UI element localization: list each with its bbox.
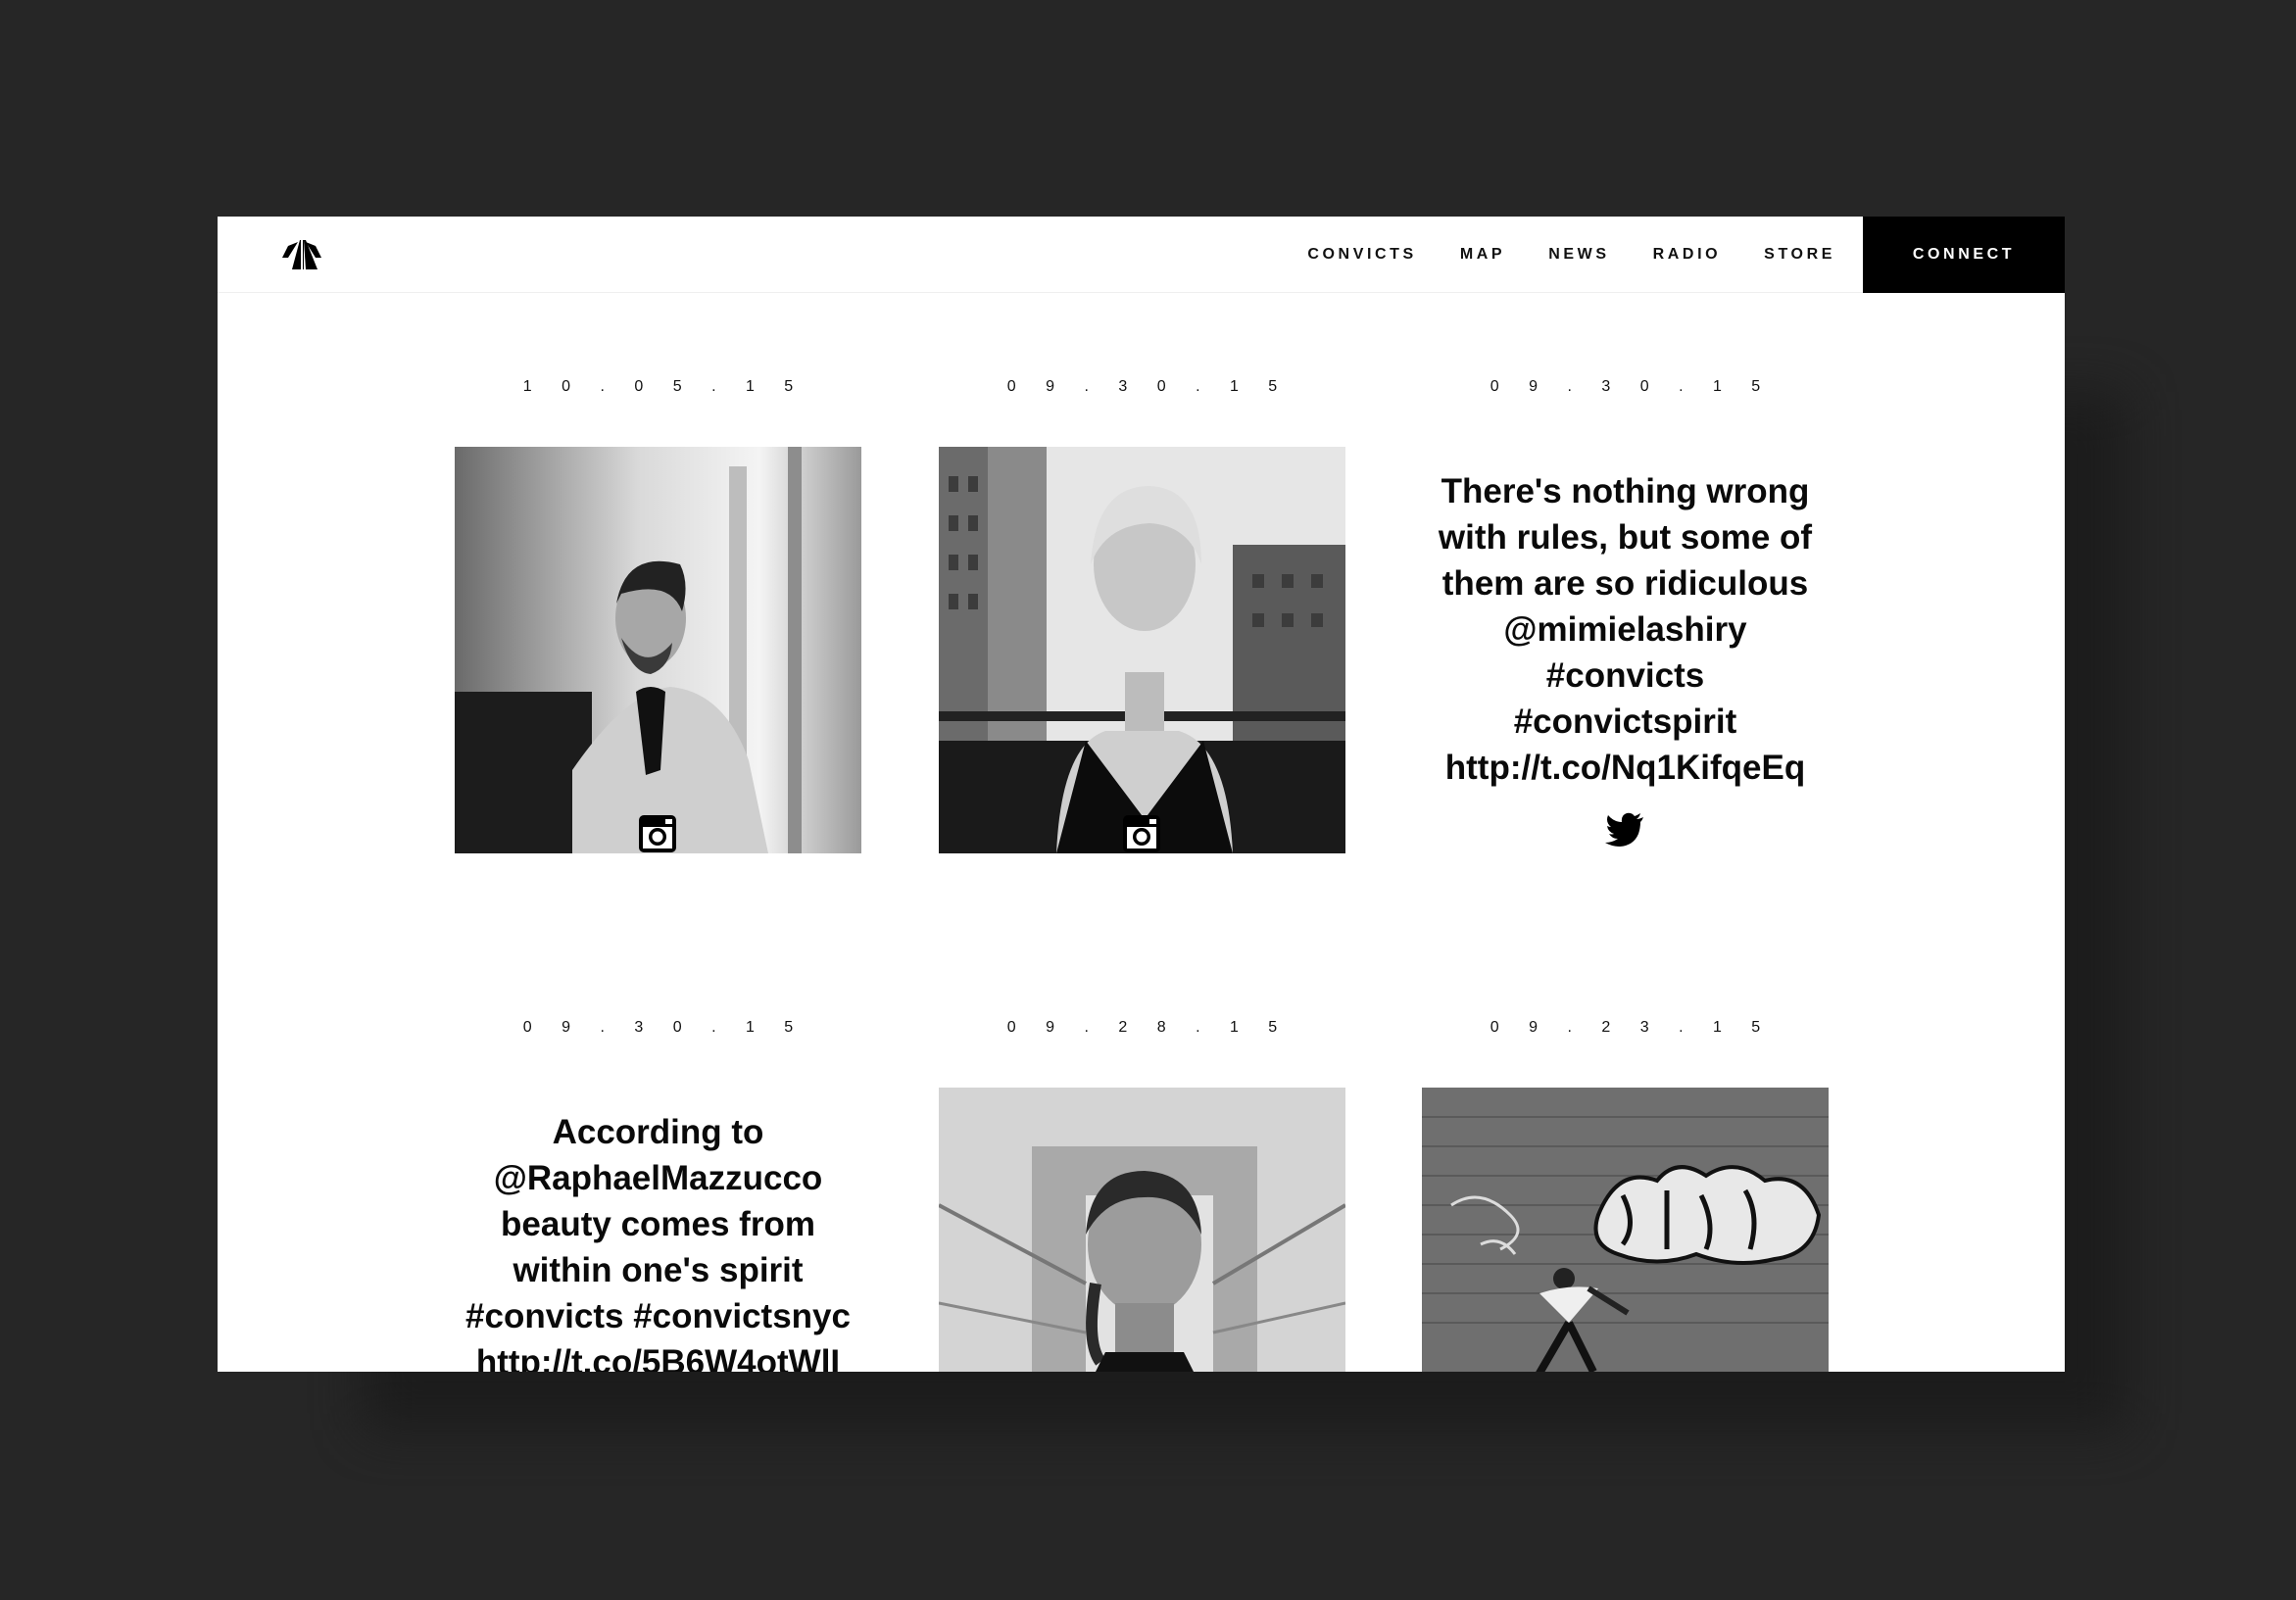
tweet-line: There's nothing wrong	[1441, 472, 1810, 510]
tweet-line: beauty comes from	[501, 1205, 815, 1243]
post-photo-man-in-suit[interactable]	[455, 447, 861, 853]
nav-convicts[interactable]: CONVICTS	[1307, 246, 1416, 264]
post-photo-woman-bridge[interactable]	[939, 1088, 1345, 1372]
tweet-line: #convictspirit	[1513, 703, 1737, 741]
tweet-text: According to @RaphaelMazzucco beauty com…	[455, 1109, 861, 1372]
nav-radio[interactable]: RADIO	[1653, 246, 1722, 264]
post-photo-woman-city[interactable]	[939, 447, 1345, 853]
nav-map[interactable]: MAP	[1460, 246, 1505, 264]
tweet-line: According to	[552, 1113, 764, 1151]
tweet-line: with rules, but some of	[1438, 518, 1813, 557]
instagram-icon[interactable]	[637, 813, 678, 854]
tweet-line: @mimielashiry	[1503, 610, 1747, 649]
top-navbar: CONVICTS MAP NEWS RADIO STORE CONNECT	[218, 217, 2065, 293]
tweet-text: There's nothing wrong with rules, but so…	[1422, 468, 1829, 791]
tweet-line: within one's spirit	[513, 1251, 804, 1289]
post-date: 0 9 . 2 8 . 1 5	[1006, 1019, 1291, 1036]
post-date: 1 0 . 0 5 . 1 5	[522, 378, 806, 395]
post-date: 0 9 . 2 3 . 1 5	[1490, 1019, 1774, 1036]
tweet-line[interactable]: http://t.co/5B6W4otWlI	[455, 1339, 861, 1372]
tweet-line: them are so ridiculous	[1441, 564, 1809, 603]
tweet-line: #convicts	[1545, 656, 1705, 695]
connect-button[interactable]: CONNECT	[1863, 217, 2065, 293]
post-date: 0 9 . 3 0 . 1 5	[522, 1019, 806, 1036]
tweet-line[interactable]: http://t.co/Nq1KifqeEq	[1422, 745, 1829, 791]
nav-news[interactable]: NEWS	[1548, 246, 1609, 264]
browser-page: CONVICTS MAP NEWS RADIO STORE CONNECT 1 …	[218, 217, 2065, 1372]
instagram-icon[interactable]	[1121, 813, 1162, 854]
post-photo-graffiti-wall[interactable]	[1422, 1088, 1829, 1372]
twitter-icon[interactable]	[1604, 808, 1645, 849]
nav-store[interactable]: STORE	[1764, 246, 1835, 264]
main-nav: CONVICTS MAP NEWS RADIO STORE	[1264, 217, 1835, 293]
tweet-line: #convicts #convictsnyc	[465, 1297, 851, 1335]
tweet-line: @RaphaelMazzucco	[493, 1159, 823, 1197]
brand-logo-icon[interactable]	[280, 238, 323, 271]
post-date: 0 9 . 3 0 . 1 5	[1006, 378, 1291, 395]
post-date: 0 9 . 3 0 . 1 5	[1490, 378, 1774, 395]
